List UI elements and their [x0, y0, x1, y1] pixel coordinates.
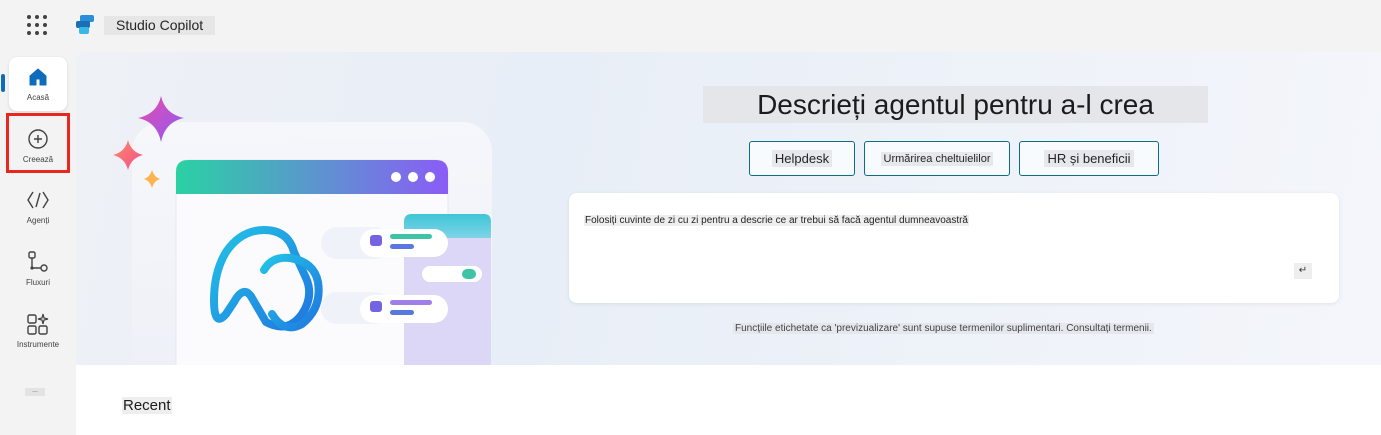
nav-item-label: Agenți: [26, 216, 50, 225]
preview-terms-footnote[interactable]: Funcțiile etichetate ca 'previzualizare'…: [733, 323, 1154, 334]
nav-item-label: Fluxuri: [25, 278, 50, 287]
home-icon: [26, 65, 50, 89]
nav-item-label: Instrumente: [16, 340, 60, 349]
send-button[interactable]: ↵: [1294, 263, 1312, 279]
chip-expense-tracking[interactable]: Urmărirea cheltuielilor: [864, 141, 1010, 176]
top-bar: Studio Copilot: [0, 0, 1381, 52]
nav-item-agents[interactable]: Agenți: [9, 180, 67, 234]
flow-icon: [26, 250, 50, 274]
recent-section: Recent: [76, 365, 1381, 435]
chip-label: HR și beneficii: [1044, 150, 1134, 167]
chip-hr-benefits[interactable]: HR și beneficii: [1019, 141, 1159, 176]
hero-illustration: [113, 96, 492, 368]
agents-icon: [26, 188, 50, 212]
nav-item-label: Acasă: [26, 93, 50, 102]
prompt-placeholder: Folosiți cuvinte de zi cu zi pentru a de…: [584, 215, 969, 226]
chip-helpdesk[interactable]: Helpdesk: [749, 141, 855, 176]
chip-label: Urmărirea cheltuielilor: [880, 151, 994, 166]
main-content: Descrieți agentul pentru a-l crea Helpde…: [76, 52, 1381, 435]
prompt-input[interactable]: Folosiți cuvinte de zi cu zi pentru a de…: [569, 193, 1339, 303]
app-title[interactable]: Studio Copilot: [104, 16, 216, 35]
nav-item-tools[interactable]: Instrumente: [9, 304, 67, 358]
recent-heading: Recent: [122, 397, 172, 414]
active-indicator: [1, 74, 5, 92]
nav-item-home[interactable]: Acasă: [9, 57, 67, 111]
chip-label: Helpdesk: [771, 150, 833, 167]
nav-more-button[interactable]: ...: [25, 387, 45, 396]
copilot-studio-logo-icon: [76, 15, 94, 34]
app-launcher-icon[interactable]: [27, 15, 47, 35]
apps-sparkle-icon: [26, 312, 50, 336]
hero-title: Descrieți agentul pentru a-l crea: [703, 86, 1208, 123]
highlight-box: [6, 113, 70, 173]
nav-item-flows[interactable]: Fluxuri: [9, 242, 67, 296]
left-nav-rail: Acasă Creează Agenți Fluxuri Instrumente…: [0, 52, 76, 435]
